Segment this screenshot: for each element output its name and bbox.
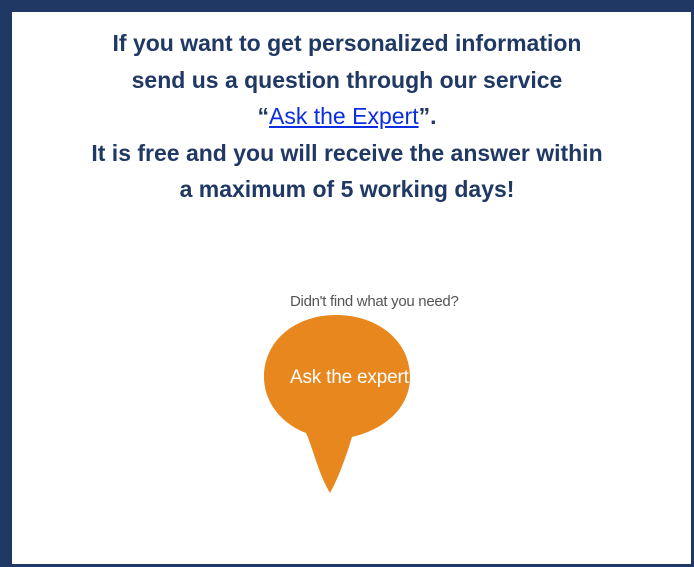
intro-line-4: It is free and you will receive the answ… xyxy=(91,139,603,166)
open-quote: “ xyxy=(257,103,270,129)
speech-bubble-shape xyxy=(264,315,410,493)
intro-line-1: If you want to get personalized informat… xyxy=(112,30,582,56)
ask-the-expert-link[interactable]: Ask the Expert xyxy=(269,103,419,129)
intro-line-5: a maximum of 5 working days! xyxy=(179,176,515,202)
ask-the-expert-promo[interactable]: Didn't find what you need? Ask the exper… xyxy=(260,285,460,505)
bubble-label[interactable]: Ask the expert xyxy=(290,367,409,389)
intro-line-2: send us a question through our service xyxy=(131,66,563,93)
close-quote: ”. xyxy=(418,103,437,129)
intro-text: If you want to get personalized informat… xyxy=(0,25,694,208)
intro-line-3: “Ask the Expert”. xyxy=(0,98,694,135)
speech-bubble-icon[interactable] xyxy=(260,285,460,505)
